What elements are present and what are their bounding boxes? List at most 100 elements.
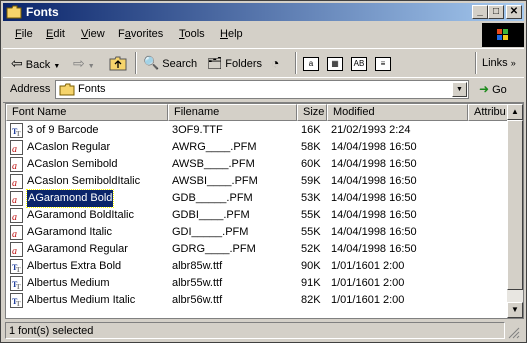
menu-file[interactable]: File <box>15 28 33 40</box>
table-row[interactable]: a ACaslon Regular AWRG____.PFM 58K 14/04/199… <box>6 139 509 156</box>
filename-cell: albr85w.ttf <box>172 260 223 272</box>
menu-edit[interactable]: Edit <box>46 28 65 40</box>
font-list-view[interactable]: Font Name Filename Size Modified Attribu… <box>5 103 524 319</box>
address-value: Fonts <box>78 83 106 95</box>
table-row[interactable]: a ACaslon SemiboldItalic AWSBI____.PFM 59K 1… <box>6 173 509 190</box>
chevron-down-icon: ▼ <box>53 63 61 70</box>
truetype-font-icon: TT <box>10 123 23 138</box>
column-header-modified[interactable]: Modified <box>327 104 468 121</box>
type1-font-icon: a <box>10 140 23 155</box>
column-header-size[interactable]: Size <box>297 104 327 121</box>
table-row[interactable]: a AGaramond BoldItalic GDBI____.PFM 55K 14/0… <box>6 207 509 224</box>
menu-favorites[interactable]: Favorites <box>118 28 163 40</box>
folder-icon <box>59 83 75 96</box>
table-row[interactable]: a AGaramond Regular GDRG____.PFM 52K 14/04/1… <box>6 241 509 258</box>
column-header-attributes[interactable]: Attribu <box>468 104 509 121</box>
modified-cell: 14/04/1998 16:50 <box>331 158 417 170</box>
history-button[interactable]: ◔ <box>271 53 279 73</box>
size-cell: 60K <box>301 158 321 170</box>
truetype-font-icon: TT <box>10 259 23 274</box>
close-button[interactable]: ✕ <box>506 5 522 19</box>
up-folder-button[interactable] <box>109 53 127 73</box>
up-folder-icon <box>109 56 127 71</box>
back-button[interactable]: ⇦ Back ▼ <box>11 53 60 73</box>
modified-cell: 14/04/1998 16:50 <box>331 192 417 204</box>
table-row[interactable]: a ACaslon Semibold AWSB____.PFM 60K 14/04/19… <box>6 156 509 173</box>
svg-text:a: a <box>12 246 17 257</box>
table-row[interactable]: T T Albertus Extra Bold albr85w.ttf 90K 1/01/… <box>6 258 509 275</box>
font-name-cell: ACaslon SemiboldItalic <box>27 175 141 187</box>
filename-cell: 3OF9.TTF <box>172 124 223 136</box>
folders-button[interactable]: 🗂 Folders <box>207 53 262 73</box>
scroll-up-button[interactable]: ▲ <box>507 104 523 120</box>
scroll-down-button[interactable]: ▼ <box>507 302 523 318</box>
filename-cell: albr56w.ttf <box>172 294 223 306</box>
folder-icon <box>6 5 22 19</box>
filename-cell: GDBI____.PFM <box>172 209 250 221</box>
scroll-thumb[interactable] <box>507 120 523 290</box>
size-cell: 91K <box>301 277 321 289</box>
size-cell: 55K <box>301 209 321 221</box>
filename-cell: GDB_____.PFM <box>172 192 253 204</box>
fonts-window: Fonts _ □ ✕ File Edit View Favorites Too… <box>0 0 527 343</box>
windows-logo <box>482 23 524 47</box>
column-header-filename[interactable]: Filename <box>168 104 297 121</box>
menu-bar: File Edit View Favorites Tools Help <box>3 25 479 45</box>
modified-cell: 14/04/1998 16:50 <box>331 141 417 153</box>
modified-cell: 1/01/1601 2:00 <box>331 294 405 306</box>
small-icons-view-button[interactable]: ▦ <box>327 53 343 73</box>
forward-button[interactable]: ⇨ ▼ <box>73 53 95 73</box>
go-button[interactable]: ➜ Go <box>479 80 507 99</box>
address-bar: Address Fonts ▼ ➜ Go <box>3 77 524 103</box>
svg-text:T: T <box>16 130 21 138</box>
svg-text:a: a <box>12 178 17 189</box>
vertical-scrollbar[interactable]: ▲ ▼ <box>507 104 523 318</box>
maximize-button[interactable]: □ <box>488 5 504 19</box>
size-cell: 52K <box>301 243 321 255</box>
title-bar[interactable]: Fonts _ □ ✕ <box>3 3 524 21</box>
menu-help[interactable]: Help <box>220 28 243 40</box>
toolbar-separator <box>135 52 137 74</box>
filename-cell: GDRG____.PFM <box>172 243 256 255</box>
type1-font-icon: a <box>10 208 23 223</box>
type1-font-icon: a <box>10 157 23 172</box>
links-button[interactable]: Links » <box>482 53 516 73</box>
table-row[interactable]: T T Albertus Medium albr55w.ttf 91K 1/01/1601… <box>6 275 509 292</box>
table-row[interactable]: a AGaramond Italic GDI_____.PFM 55K 14/04/19… <box>6 224 509 241</box>
window-title: Fonts <box>26 5 59 19</box>
list-view-button[interactable]: AB <box>351 53 367 73</box>
address-dropdown-button[interactable]: ▼ <box>452 82 467 97</box>
type1-font-icon: a <box>10 225 23 240</box>
filename-cell: AWSB____.PFM <box>172 158 255 170</box>
minimize-button[interactable]: _ <box>472 5 488 19</box>
address-input[interactable]: Fonts ▼ <box>55 80 469 99</box>
svg-text:a: a <box>12 195 17 206</box>
toolbar-separator <box>295 52 297 74</box>
chevron-down-icon: ▼ <box>456 86 463 93</box>
status-text: 1 font(s) selected <box>5 322 505 339</box>
search-button[interactable]: 🔍 Search <box>143 53 197 73</box>
svg-text:T: T <box>16 266 21 274</box>
table-row[interactable]: TT 3 of 9 Barcode 3OF9.TTF 16K 21/02/1993 2:… <box>6 122 509 139</box>
folders-icon: 🗂 <box>207 56 223 70</box>
font-name-cell: 3 of 9 Barcode <box>27 124 99 136</box>
table-row[interactable]: T T Albertus Medium Italic albr56w.ttf 82K 1/… <box>6 292 509 309</box>
filename-cell: AWSBI____.PFM <box>172 175 258 187</box>
resize-grip-icon[interactable] <box>506 325 520 339</box>
table-row[interactable]: a AGaramond Bold GDB_____.PFM 53K 14/04/1998… <box>6 189 509 208</box>
details-view-button[interactable]: ≡ <box>375 53 391 73</box>
menu-view[interactable]: View <box>81 28 105 40</box>
type1-font-icon: a <box>10 242 23 257</box>
font-name-cell: AGaramond Bold <box>25 189 115 208</box>
modified-cell: 14/04/1998 16:50 <box>331 226 417 238</box>
size-cell: 16K <box>301 124 321 136</box>
toolbar-separator <box>475 52 477 74</box>
menu-tools[interactable]: Tools <box>179 28 205 40</box>
type1-font-icon: a <box>10 174 23 189</box>
large-icons-icon: a <box>303 57 319 71</box>
font-name-cell: AGaramond Regular <box>27 243 128 255</box>
size-cell: 58K <box>301 141 321 153</box>
large-icons-view-button[interactable]: a <box>303 53 319 73</box>
size-cell: 59K <box>301 175 321 187</box>
column-header-font-name[interactable]: Font Name <box>6 104 168 121</box>
